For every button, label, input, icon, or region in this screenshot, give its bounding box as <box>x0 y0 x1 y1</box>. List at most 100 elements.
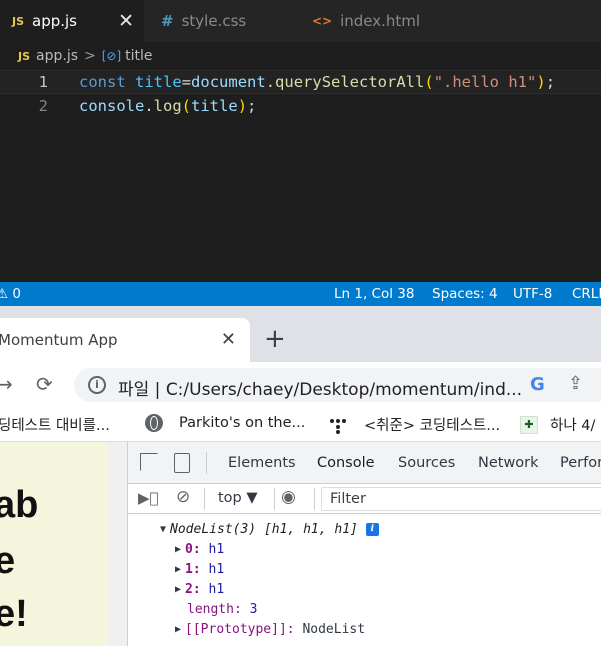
devtools-tab-bar: Elements Console Sources Network Perfor <box>128 442 601 486</box>
editor-tab-bar: JS app.js ✕ # style.css <> index.html <box>0 0 601 42</box>
address-bar[interactable]: i 파일 | C:/Users/chaey/Desktop/momentum/i… <box>74 368 601 402</box>
variable-symbol-icon: [⊘] <box>101 49 122 63</box>
vscode-window: JS app.js ✕ # style.css <> index.html JS… <box>0 0 601 306</box>
prototype-key: [[Prototype]] <box>185 621 287 637</box>
css-file-icon: # <box>161 12 174 30</box>
nodelist-summary: NodeList(3) [h1, h1, h1] <box>170 521 358 537</box>
browser-tab-strip: Momentum App ✕ + <box>0 306 601 362</box>
breadcrumb-symbol[interactable]: title <box>125 48 152 64</box>
chevron-right-icon: > <box>84 48 96 64</box>
encoding[interactable]: UTF-8 <box>513 286 552 302</box>
divider <box>206 452 207 474</box>
hana-logo-icon: ✚ <box>520 415 538 434</box>
dots-logo-icon <box>330 417 346 434</box>
console-toolbar: ▶⃞ ⊘ top ▼ ◉ <box>128 484 601 514</box>
site-info-icon[interactable]: i <box>88 376 106 394</box>
globe-icon <box>145 414 163 432</box>
filter-input[interactable] <box>321 487 601 511</box>
inspect-element-icon[interactable] <box>140 453 158 471</box>
item-value: h1 <box>208 581 225 597</box>
panel-divider[interactable] <box>108 442 128 646</box>
code-editor[interactable]: 1 const title=document.querySelectorAll(… <box>0 70 601 118</box>
code-line[interactable]: 1 const title=document.querySelectorAll(… <box>0 70 601 94</box>
info-icon[interactable]: i <box>365 522 379 536</box>
new-tab-button[interactable]: + <box>264 326 286 352</box>
bookmark-item[interactable]: Parkito's on the... <box>145 414 305 432</box>
google-icon[interactable]: G <box>530 374 545 395</box>
item-value: h1 <box>208 541 225 557</box>
bookmark-label: 딩테스트 대비를... <box>0 418 110 434</box>
nodelist-item[interactable]: ▶ 2: h1 <box>175 579 224 599</box>
bookmarks-bar: 딩테스트 대비를... Parkito's on the... <취준> 코딩테… <box>0 406 601 442</box>
console-log-entry[interactable]: ▼ NodeList(3) [h1, h1, h1] i <box>160 519 379 539</box>
line-number: 1 <box>38 73 48 91</box>
code-line[interactable]: 2 console.log(title); <box>0 94 601 118</box>
prototype-value: NodeList <box>302 621 366 637</box>
share-icon[interactable]: ⇪ <box>568 373 583 394</box>
html-file-icon: <> <box>312 14 333 28</box>
item-value: h1 <box>208 561 225 577</box>
browser-toolbar: → ⟳ i 파일 | C:/Users/chaey/Desktop/moment… <box>0 362 601 406</box>
devtools-panel: Elements Console Sources Network Perfor … <box>128 442 601 646</box>
bookmark-label: 하나 4/ <box>550 418 596 434</box>
expand-triangle-icon[interactable]: ▶ <box>175 544 181 555</box>
breadcrumb-file[interactable]: app.js <box>36 48 78 64</box>
close-tab-icon[interactable]: ✕ <box>221 329 236 350</box>
expand-triangle-icon[interactable]: ▶ <box>175 584 181 595</box>
page-content: ab e e! <box>0 442 108 646</box>
problems-indicator[interactable]: ⚠ 0 <box>0 286 21 302</box>
tab-label: app.js <box>32 12 78 30</box>
length-value: 3 <box>249 601 258 617</box>
code-text: console.log(title); <box>79 97 257 115</box>
item-key: 0 <box>185 541 193 557</box>
tab-network[interactable]: Network <box>478 455 539 471</box>
sidebar-toggle-icon[interactable]: ▶⃞ <box>138 489 159 507</box>
end-of-line[interactable]: CRLF <box>572 286 601 302</box>
js-file-icon: JS <box>12 14 25 28</box>
item-key: 1 <box>185 561 193 577</box>
context-selector[interactable]: top ▼ <box>218 490 258 506</box>
page-heading-line: ab <box>0 484 39 526</box>
bookmark-label: <취준> 코딩테스트... <box>364 418 501 434</box>
cursor-position[interactable]: Ln 1, Col 38 <box>334 286 414 302</box>
browser-tab[interactable]: Momentum App ✕ <box>0 318 250 362</box>
length-key: length <box>187 601 234 617</box>
nodelist-item[interactable]: ▶ 0: h1 <box>175 539 224 559</box>
close-icon[interactable]: ✕ <box>118 10 134 32</box>
tab-index-html[interactable]: <> index.html <box>296 0 446 42</box>
bookmark-item[interactable]: 딩테스트 대비를... <box>0 414 110 435</box>
prototype-property[interactable]: ▶ [[Prototype]]: NodeList <box>175 619 365 639</box>
divider <box>204 488 205 510</box>
eye-icon[interactable]: ◉ <box>281 487 296 507</box>
nodelist-item[interactable]: ▶ 1: h1 <box>175 559 224 579</box>
reload-icon[interactable]: ⟳ <box>36 372 53 396</box>
device-toolbar-icon[interactable] <box>174 453 190 473</box>
tab-elements[interactable]: Elements <box>228 455 296 471</box>
bookmark-label: Parkito's on the... <box>179 415 306 431</box>
bookmark-item[interactable]: ✚ 하나 4/ <box>520 414 595 435</box>
expand-triangle-icon[interactable]: ▼ <box>160 524 166 535</box>
clear-console-icon[interactable]: ⊘ <box>176 487 190 507</box>
indentation[interactable]: Spaces: 4 <box>432 286 498 302</box>
page-heading-line: e <box>0 540 16 582</box>
code-text: const title=document.querySelectorAll(".… <box>79 73 556 91</box>
tab-label: style.css <box>181 12 247 30</box>
address-text[interactable]: 파일 | C:/Users/chaey/Desktop/momentum/ind… <box>118 375 522 400</box>
tab-console[interactable]: Console <box>307 455 385 486</box>
js-file-icon: JS <box>18 49 31 63</box>
length-property: length: 3 <box>187 601 258 617</box>
tab-label: index.html <box>340 12 421 30</box>
tab-style-css[interactable]: # style.css <box>147 0 293 42</box>
divider <box>274 488 275 510</box>
forward-icon[interactable]: → <box>0 372 13 396</box>
line-number: 2 <box>38 97 48 115</box>
page-heading-line: e! <box>0 593 28 635</box>
tab-app-js[interactable]: JS app.js ✕ <box>0 0 144 42</box>
tab-sources[interactable]: Sources <box>398 455 455 471</box>
divider <box>314 488 315 510</box>
expand-triangle-icon[interactable]: ▶ <box>175 624 181 635</box>
expand-triangle-icon[interactable]: ▶ <box>175 564 181 575</box>
tab-performance[interactable]: Perfor <box>560 455 601 471</box>
browser-tab-title: Momentum App <box>0 331 118 349</box>
bookmark-item[interactable]: <취준> 코딩테스트... <box>330 414 500 435</box>
